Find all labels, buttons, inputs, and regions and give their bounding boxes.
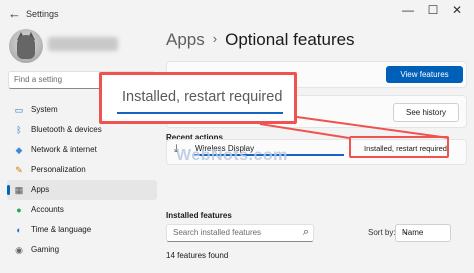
zoom-callout-box: Installed, restart required — [99, 72, 297, 124]
callout-text: Installed, restart required — [122, 89, 283, 105]
status-highlight-box — [349, 136, 449, 158]
settings-window: ← Settings — ☐ ✕ Find a setting ⌕ ▭Syste… — [0, 0, 474, 273]
callout-underline — [117, 112, 283, 114]
